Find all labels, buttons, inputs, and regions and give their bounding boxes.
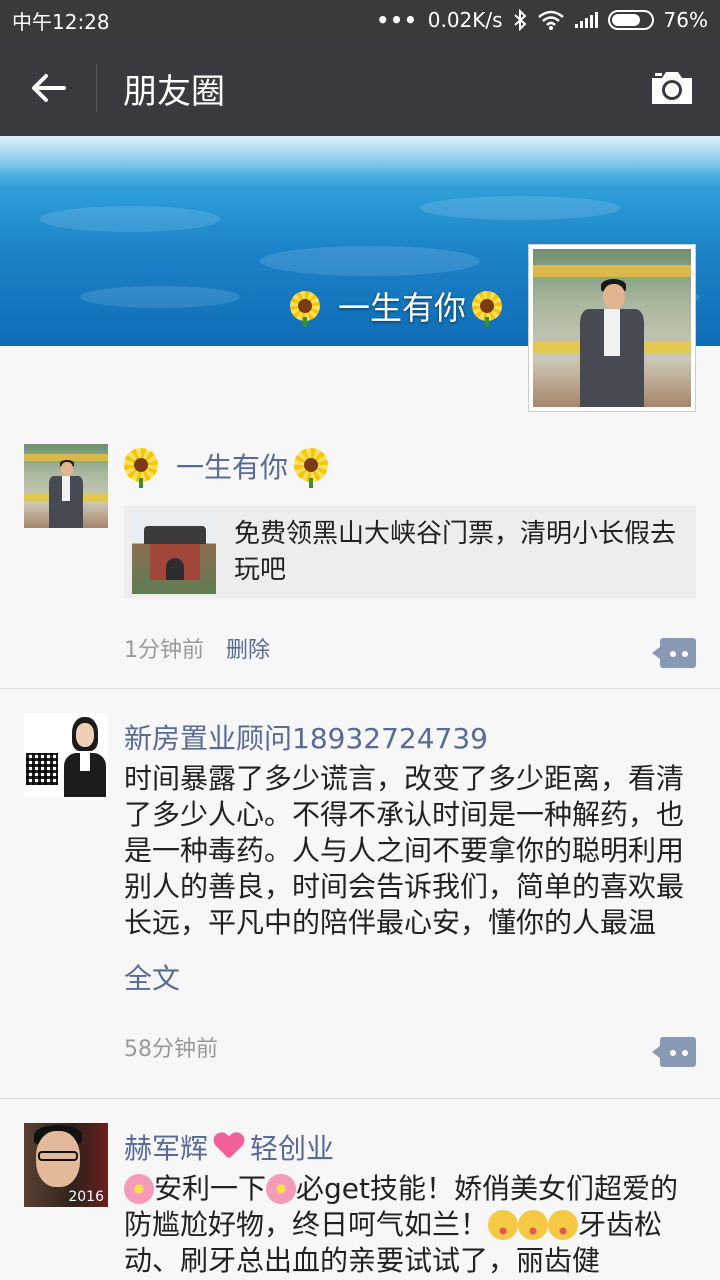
wifi-icon xyxy=(537,10,564,30)
avatar-year-text: 2016 xyxy=(68,1189,104,1205)
post-nickname-part-b: 轻创业 xyxy=(250,1132,335,1165)
camera-icon xyxy=(652,72,692,104)
post-nickname[interactable]: 新房置业顾问18932724739 xyxy=(124,717,488,757)
moment-post: 新房置业顾问18932724739 时间暴露了多少谎言，改变了多少距离，看清了多… xyxy=(0,689,720,1099)
status-dots: ••• xyxy=(376,8,418,32)
arrow-left-icon xyxy=(32,74,66,102)
post-nickname[interactable]: 一生有你 xyxy=(124,446,329,488)
kiss-emoji-icon xyxy=(518,1210,549,1240)
post-nickname[interactable]: 赫军辉 轻创业 xyxy=(124,1127,334,1167)
comment-button[interactable] xyxy=(652,638,696,668)
signal-icon xyxy=(574,12,598,28)
bluetooth-icon xyxy=(513,9,526,31)
post-avatar[interactable] xyxy=(24,713,108,797)
post-text: 安利一下 必get技能！娇俏美女们超爱的防尴尬好物，终日呵气如兰！ 牙齿松动、刷牙总… xyxy=(124,1171,696,1279)
battery-icon xyxy=(607,10,654,30)
network-speed: 0.02K/s xyxy=(427,8,503,32)
comment-button[interactable] xyxy=(652,1037,696,1067)
qr-code-image xyxy=(24,713,60,797)
full-text-link[interactable]: 全文 xyxy=(124,957,180,997)
battery-percent: 76% xyxy=(663,8,708,32)
delete-link[interactable]: 删除 xyxy=(226,632,270,664)
post-time: 1分钟前 xyxy=(124,638,204,663)
sunflower-icon xyxy=(289,291,320,327)
post-avatar[interactable]: 2016 xyxy=(24,1123,108,1207)
sunflower-icon xyxy=(472,291,502,327)
back-button[interactable] xyxy=(0,40,96,136)
post-time: 58分钟前 xyxy=(124,1037,218,1062)
camera-button[interactable] xyxy=(624,40,720,136)
profile-avatar[interactable] xyxy=(528,244,696,412)
cover-username-text: 一生有你 xyxy=(337,289,466,327)
sunflower-icon xyxy=(294,448,329,488)
post-avatar[interactable] xyxy=(24,444,108,528)
post-meta: 1分钟前 删除 xyxy=(124,632,270,664)
kiss-emoji-icon xyxy=(548,1210,579,1240)
status-bar: 中午12:28 ••• 0.02K/s 76% xyxy=(0,0,720,40)
app-bar: 朋友圈 xyxy=(0,40,720,136)
moment-post: 2016 赫军辉 轻创业 安利一下 必get技能！娇俏美女们超爱的防尴尬好物，终日… xyxy=(0,1099,720,1280)
link-thumbnail xyxy=(132,510,216,594)
post-nickname-text: 一生有你 xyxy=(176,451,289,484)
moment-post: 一生有你 免费领黑山大峡谷门票，清明小长假去玩吧 1分钟前 删除 xyxy=(0,412,720,689)
flower-icon xyxy=(124,1174,154,1204)
link-title: 免费领黑山大峡谷门票，清明小长假去玩吧 xyxy=(234,519,677,585)
kiss-emoji-icon xyxy=(488,1210,519,1240)
post-text: 时间暴露了多少谎言，改变了多少距离，看清了多少人心。不得不承认时间是一种解药，也… xyxy=(124,762,685,939)
page-title: 朋友圈 xyxy=(123,71,225,112)
status-right: ••• 0.02K/s 76% xyxy=(376,8,708,32)
flower-icon xyxy=(266,1174,297,1204)
status-time: 中午12:28 xyxy=(12,9,110,34)
post-text-part-1: 安利一下 xyxy=(154,1172,267,1205)
sunflower-icon xyxy=(124,448,158,488)
moments-feed: 一生有你 免费领黑山大峡谷门票，清明小长假去玩吧 1分钟前 删除 新房置业顾问1… xyxy=(0,412,720,1280)
post-meta: 58分钟前 xyxy=(124,1031,218,1063)
cover-username[interactable]: 一生有你 xyxy=(289,283,502,329)
post-nickname-part-a: 赫军辉 xyxy=(124,1132,209,1165)
shared-link-card[interactable]: 免费领黑山大峡谷门票，清明小长假去玩吧 xyxy=(124,506,696,598)
heart-icon xyxy=(214,1133,244,1161)
